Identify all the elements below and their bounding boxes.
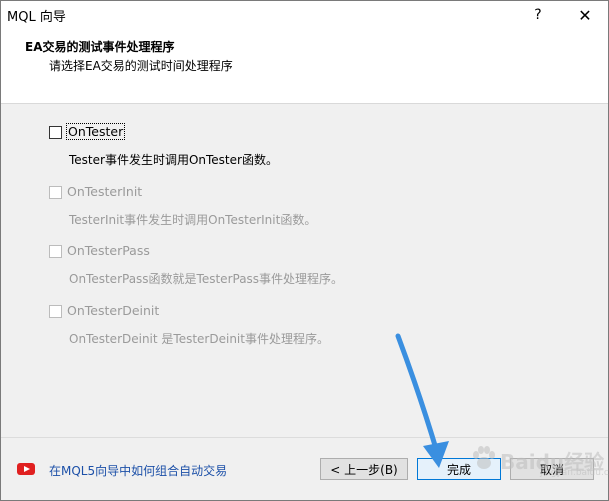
- cancel-button[interactable]: 取消: [510, 458, 594, 480]
- wizard-footer: 在MQL5向导中如何组合自动交易 < 上一步(B) 完成 取消: [1, 437, 608, 500]
- help-icon: ?: [534, 7, 542, 23]
- youtube-icon[interactable]: [17, 463, 35, 475]
- help-video-link[interactable]: 在MQL5向导中如何组合自动交易: [49, 462, 227, 479]
- ontesterdeinit-checkbox: [49, 305, 62, 318]
- ontester-label[interactable]: OnTester: [65, 123, 126, 140]
- finish-button[interactable]: 完成: [417, 458, 501, 480]
- ontesterinit-checkbox: [49, 186, 62, 199]
- back-button[interactable]: < 上一步(B): [320, 458, 408, 480]
- ontesterinit-description: TesterInit事件发生时调用OnTesterInit函数。: [69, 213, 317, 227]
- title-bar: MQL 向导 ? ✕: [1, 1, 608, 29]
- help-button[interactable]: ?: [515, 1, 561, 29]
- ontesterpass-label: OnTesterPass: [67, 243, 150, 258]
- ontesterdeinit-label: OnTesterDeinit: [67, 303, 160, 318]
- page-title: EA交易的测试事件处理程序: [25, 40, 175, 54]
- close-icon: ✕: [578, 5, 592, 25]
- ontester-description: Tester事件发生时调用OnTester函数。: [69, 153, 278, 167]
- window-title: MQL 向导: [7, 10, 66, 25]
- ontesterpass-description: OnTesterPass函数就是TesterPass事件处理程序。: [69, 272, 344, 286]
- ontesterdeinit-description: OnTesterDeinit 是TesterDeinit事件处理程序。: [69, 332, 329, 346]
- ontesterpass-checkbox: [49, 245, 62, 258]
- mql-wizard-window: MQL 向导 ? ✕ EA交易的测试事件处理程序 请选择EA交易的测试时间处理程…: [0, 0, 609, 501]
- wizard-header: EA交易的测试事件处理程序 请选择EA交易的测试时间处理程序: [1, 29, 608, 104]
- close-button[interactable]: ✕: [562, 1, 608, 29]
- page-subtitle: 请选择EA交易的测试时间处理程序: [49, 59, 233, 73]
- ontester-checkbox[interactable]: [49, 126, 62, 139]
- handler-list: OnTester Tester事件发生时调用OnTester函数。 OnTest…: [1, 104, 608, 434]
- ontesterinit-label: OnTesterInit: [67, 184, 143, 199]
